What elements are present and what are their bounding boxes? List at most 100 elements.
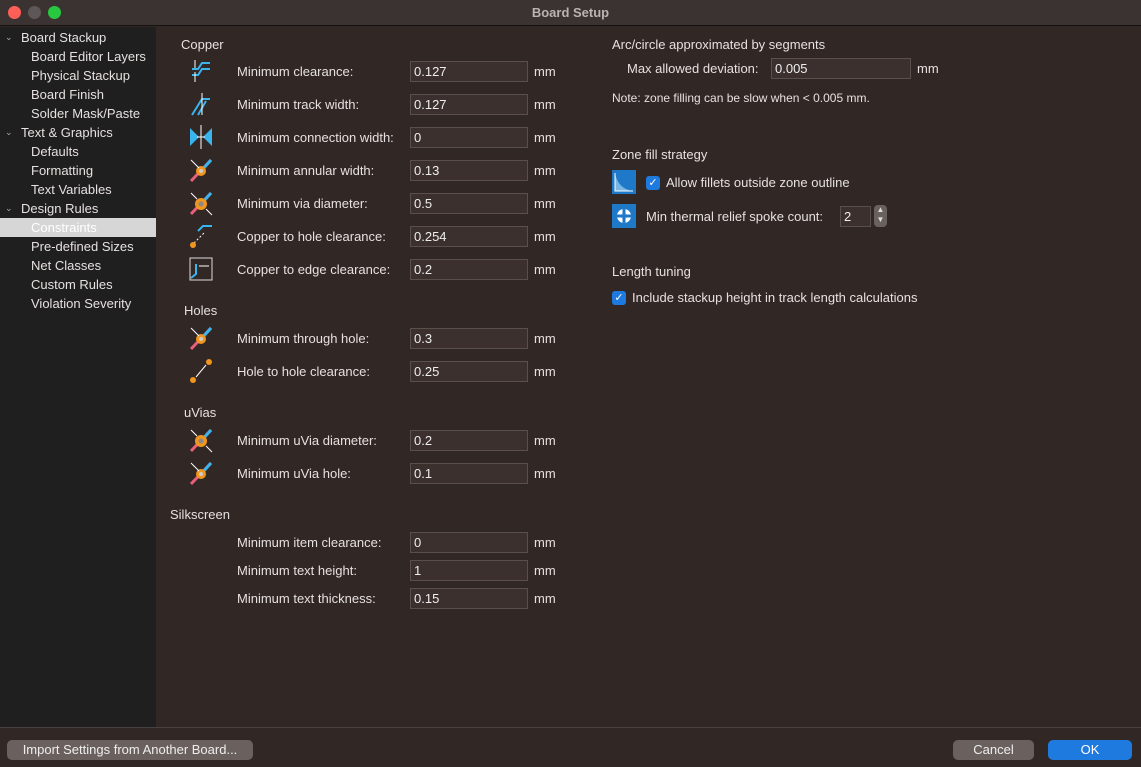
minimum-text-height-input[interactable]: 1 [410,560,528,581]
sidebar-item-label: Board Finish [31,87,104,102]
minimum-text-height-unit: mm [534,563,556,578]
arc-section-title: Arc/circle approximated by segments [612,37,826,52]
minimum-uvia-hole-label: Minimum uVia hole: [237,466,351,481]
deviation-unit: mm [917,61,939,76]
sidebar-item-label: Constraints [31,220,97,235]
zone-fill-note: Note: zone filling can be slow when < 0.… [612,91,870,105]
sidebar-item-constraints[interactable]: Constraints [0,218,156,237]
sidebar: ⌄ Board Stackup Board Editor Layers Physica… [0,27,156,727]
uvia-diameter-icon [188,427,214,453]
sidebar-item-solder-mask-paste[interactable]: Solder Mask/Paste [0,104,156,123]
ok-button[interactable]: OK [1048,740,1132,760]
minimum-clearance-label: Minimum clearance: [237,64,354,79]
copper-to-edge-clearance-input[interactable]: 0.2 [410,259,528,280]
copper-to-hole-clearance-input[interactable]: 0.254 [410,226,528,247]
deviation-label: Max allowed deviation: [627,61,759,76]
sidebar-item-label: Defaults [31,144,79,159]
chevron-down-icon[interactable]: ⌄ [5,199,13,218]
annular-width-icon [188,157,214,183]
stackup-height-checkbox[interactable]: ✓ [612,291,626,305]
sidebar-item-label: Custom Rules [31,277,113,292]
sidebar-item-label: Board Stackup [21,30,107,45]
sidebar-item-pre-defined-sizes[interactable]: Pre-defined Sizes [0,237,156,256]
minimum-uvia-hole-input[interactable]: 0.1 [410,463,528,484]
fillets-checkbox[interactable]: ✓ [646,176,660,190]
spoke-count-label: Min thermal relief spoke count: [646,209,824,224]
sidebar-item-label: Design Rules [21,201,99,216]
title-bar: Board Setup [0,0,1141,26]
cancel-button[interactable]: Cancel [953,740,1034,760]
minimum-via-diameter-input[interactable]: 0.5 [410,193,528,214]
thermal-relief-icon [612,204,636,228]
fillet-icon [612,170,636,194]
hole-to-hole-clearance-input[interactable]: 0.25 [410,361,528,382]
copper-to-hole-clearance-unit: mm [534,229,556,244]
sidebar-item-label: Net Classes [31,258,102,273]
edge-clearance-icon [188,256,214,282]
sidebar-item-label: Violation Severity [31,296,132,311]
minimum-through-hole-unit: mm [534,331,556,346]
sidebar-item-board-stackup[interactable]: ⌄ Board Stackup [0,28,156,47]
minimum-annular-width-input[interactable]: 0.13 [410,160,528,181]
import-settings-button[interactable]: Import Settings from Another Board... [7,740,253,760]
hole-to-hole-icon [188,358,214,384]
minimum-item-clearance-label: Minimum item clearance: [237,535,382,550]
minimum-item-clearance-unit: mm [534,535,556,550]
minimum-uvia-diameter-label: Minimum uVia diameter: [237,433,377,448]
connection-width-icon [188,124,214,150]
length-section-title: Length tuning [612,264,691,279]
copper-to-hole-clearance-label: Copper to hole clearance: [237,229,386,244]
hole-clearance-icon [188,223,214,249]
minimum-uvia-diameter-unit: mm [534,433,556,448]
minimum-track-width-label: Minimum track width: [237,97,360,112]
section-title-holes: Holes [184,303,218,318]
sidebar-item-label: Board Editor Layers [31,49,146,64]
minimum-connection-width-unit: mm [534,130,556,145]
sidebar-item-violation-severity[interactable]: Violation Severity [0,294,156,313]
sidebar-item-label: Pre-defined Sizes [31,239,134,254]
sidebar-item-text-graphics[interactable]: ⌄ Text & Graphics [0,123,156,142]
chevron-down-icon[interactable]: ⌄ [5,123,13,142]
minimum-via-diameter-label: Minimum via diameter: [237,196,368,211]
chevron-down-icon[interactable]: ⌄ [5,28,13,47]
via-diameter-icon [188,190,214,216]
copper-to-edge-clearance-unit: mm [534,262,556,277]
minimum-annular-width-label: Minimum annular width: [237,163,375,178]
sidebar-item-label: Physical Stackup [31,68,130,83]
minimum-through-hole-label: Minimum through hole: [237,331,370,346]
minimum-through-hole-input[interactable]: 0.3 [410,328,528,349]
sidebar-item-text-variables[interactable]: Text Variables [0,180,156,199]
uvia-hole-icon [188,460,214,486]
sidebar-item-net-classes[interactable]: Net Classes [0,256,156,275]
deviation-input[interactable]: 0.005 [771,58,911,79]
sidebar-item-physical-stackup[interactable]: Physical Stackup [0,66,156,85]
sidebar-item-defaults[interactable]: Defaults [0,142,156,161]
minimum-text-thickness-label: Minimum text thickness: [237,591,376,606]
track-width-icon [188,91,214,117]
sidebar-item-formatting[interactable]: Formatting [0,161,156,180]
spoke-count-stepper[interactable]: ▲ ▼ [874,205,887,227]
sidebar-item-label: Text & Graphics [21,125,113,140]
minimum-text-thickness-unit: mm [534,591,556,606]
hole-to-hole-clearance-label: Hole to hole clearance: [237,364,370,379]
sidebar-item-board-editor-layers[interactable]: Board Editor Layers [0,47,156,66]
sidebar-item-label: Solder Mask/Paste [31,106,141,121]
hole-to-hole-clearance-unit: mm [534,364,556,379]
minimum-clearance-unit: mm [534,64,556,79]
minimum-connection-width-input[interactable]: 0 [410,127,528,148]
minimum-connection-width-label: Minimum connection width: [237,130,394,145]
minimum-text-height-label: Minimum text height: [237,563,357,578]
section-title-uvias: uVias [184,405,217,420]
sidebar-item-board-finish[interactable]: Board Finish [0,85,156,104]
footer: Import Settings from Another Board... Ca… [0,727,1141,767]
minimum-track-width-input[interactable]: 0.127 [410,94,528,115]
minimum-item-clearance-input[interactable]: 0 [410,532,528,553]
sidebar-item-design-rules[interactable]: ⌄ Design Rules [0,199,156,218]
spoke-count-input[interactable]: 2 [840,206,871,227]
minimum-clearance-input[interactable]: 0.127 [410,61,528,82]
zone-section-title: Zone fill strategy [612,147,708,162]
minimum-text-thickness-input[interactable]: 0.15 [410,588,528,609]
minimum-uvia-diameter-input[interactable]: 0.2 [410,430,528,451]
window-title: Board Setup [531,5,610,20]
sidebar-item-custom-rules[interactable]: Custom Rules [0,275,156,294]
